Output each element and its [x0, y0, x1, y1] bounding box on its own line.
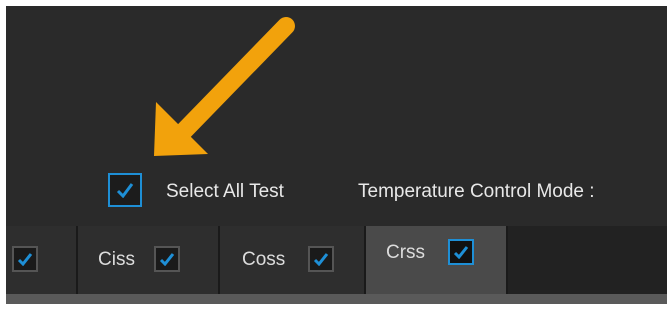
- tab-ciss[interactable]: Ciss: [78, 226, 220, 294]
- tab-coss[interactable]: Coss: [220, 226, 366, 294]
- temperature-control-mode-label: Temperature Control Mode :: [358, 181, 595, 202]
- tab-content-edge: [6, 294, 667, 304]
- test-config-window: Select All Test Temperature Control Mode…: [6, 6, 667, 304]
- check-icon: [159, 253, 175, 266]
- tab-partial-checkbox[interactable]: [12, 246, 38, 272]
- tab-crss-label: Crss: [386, 242, 426, 263]
- check-icon: [116, 183, 134, 198]
- top-panel: Select All Test Temperature Control Mode…: [6, 6, 667, 226]
- check-icon: [453, 246, 469, 259]
- check-icon: [313, 253, 329, 266]
- tab-crss[interactable]: Crss: [366, 226, 508, 294]
- tab-coss-label: Coss: [242, 249, 286, 270]
- tab-partial[interactable]: [6, 226, 78, 294]
- tab-coss-checkbox[interactable]: [308, 246, 334, 272]
- tab-crss-checkbox[interactable]: [448, 239, 474, 265]
- tab-ciss-label: Ciss: [98, 249, 135, 270]
- test-tab-strip: Ciss Coss Crss: [6, 226, 667, 294]
- select-all-row: Select All Test Temperature Control Mode…: [6, 161, 667, 211]
- annotation-arrow-icon: [154, 17, 295, 156]
- select-all-checkbox[interactable]: [108, 173, 142, 207]
- check-icon: [17, 253, 33, 266]
- tab-ciss-checkbox[interactable]: [154, 246, 180, 272]
- select-all-label: Select All Test: [166, 181, 284, 202]
